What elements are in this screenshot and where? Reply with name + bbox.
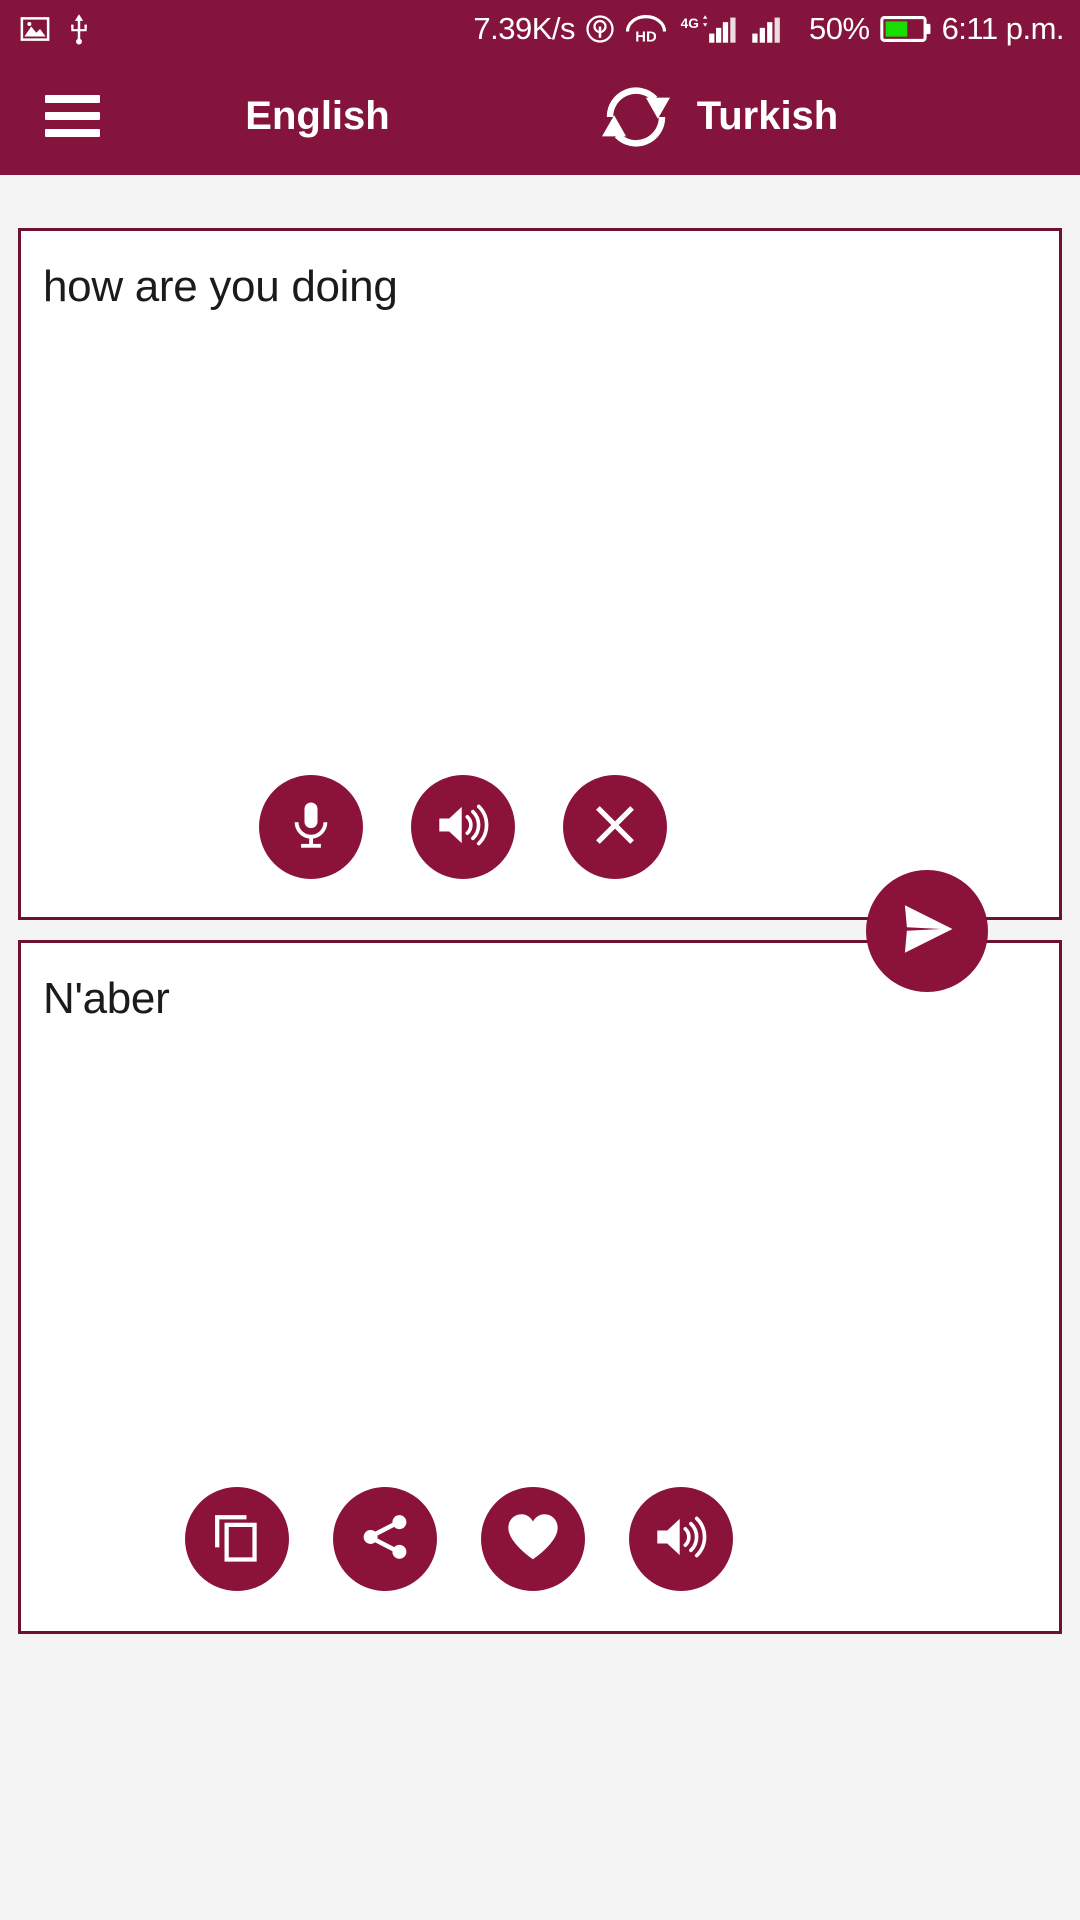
speak-source-button[interactable] [411, 775, 515, 879]
translator-app-screen: 7.39K/s HD 4G 50% 6:11 p.m. English Turk… [0, 0, 1080, 1920]
favorite-button[interactable] [481, 1487, 585, 1591]
hamburger-line [45, 95, 100, 103]
send-icon [893, 895, 961, 968]
status-bar-left-icons [20, 13, 92, 45]
copy-button[interactable] [185, 1487, 289, 1591]
battery-icon [879, 15, 932, 43]
app-bar: English Turkish [0, 57, 1080, 175]
clear-text-button[interactable] [563, 775, 667, 879]
target-actions-row [21, 1487, 1059, 1591]
translated-text-card[interactable]: N'aber [18, 940, 1062, 1634]
source-text-input[interactable]: how are you doing [43, 259, 1029, 315]
signal-icon [749, 13, 799, 45]
speaker-icon [653, 1509, 709, 1570]
status-bar-right-icons: 7.39K/s HD 4G 50% 6:11 p.m. [473, 11, 1064, 47]
source-actions-row [21, 775, 1059, 879]
clock-label: 6:11 p.m. [941, 10, 1065, 46]
source-language-selector[interactable]: English [205, 94, 430, 139]
4g-signal-icon: 4G [677, 13, 739, 45]
status-bar: 7.39K/s HD 4G 50% 6:11 p.m. [0, 0, 1080, 57]
hamburger-line [45, 129, 100, 137]
translated-text: N'aber [43, 974, 170, 1023]
speaker-icon [435, 797, 491, 858]
hamburger-menu-icon[interactable] [45, 95, 100, 137]
usb-icon [66, 13, 92, 45]
microphone-icon [284, 798, 338, 857]
microphone-button[interactable] [259, 775, 363, 879]
network-speed-label: 7.39K/s [473, 10, 576, 46]
close-icon [588, 798, 642, 857]
hamburger-line [45, 112, 100, 120]
target-language-selector[interactable]: Turkish [655, 94, 880, 139]
source-text-card[interactable]: how are you doing [18, 228, 1062, 920]
share-button[interactable] [333, 1487, 437, 1591]
share-icon [358, 1510, 412, 1569]
translate-send-button[interactable] [866, 870, 988, 992]
hotspot-icon [585, 14, 615, 44]
svg-text:HD: HD [635, 29, 657, 44]
image-icon [20, 14, 50, 44]
copy-icon [210, 1510, 264, 1569]
svg-text:4G: 4G [681, 15, 699, 30]
speak-target-button[interactable] [629, 1487, 733, 1591]
heart-icon [504, 1508, 562, 1571]
battery-percent-label: 50% [809, 10, 870, 46]
hd-icon: HD [625, 14, 667, 44]
